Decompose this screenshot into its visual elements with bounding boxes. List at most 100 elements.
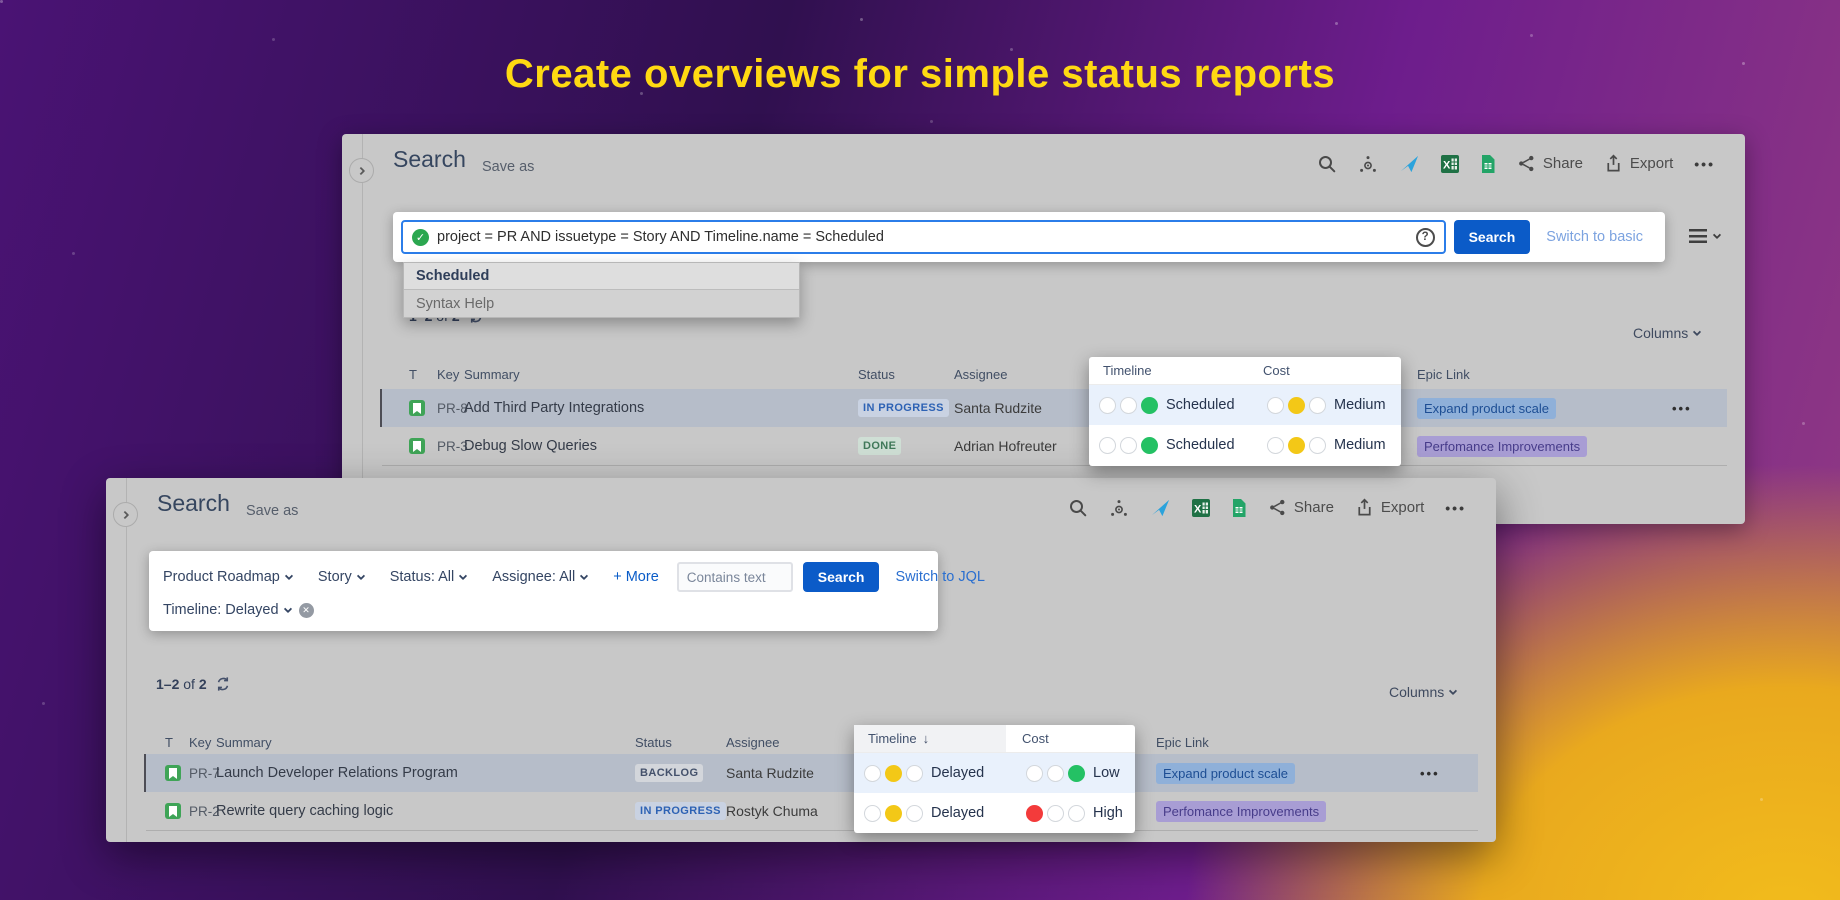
save-as-button[interactable]: Save as: [246, 503, 298, 519]
refresh-icon[interactable]: [215, 676, 231, 692]
toolbar: X Share Export •••: [1317, 153, 1715, 174]
issuetype-filter[interactable]: Story: [318, 569, 364, 585]
autocomplete-option-scheduled[interactable]: Scheduled: [404, 263, 799, 290]
chevron-right-icon: [120, 510, 128, 518]
excel-icon[interactable]: X: [1192, 499, 1210, 517]
jql-query-text: project = PR AND issuetype = Story AND T…: [437, 229, 884, 245]
switch-to-basic-link[interactable]: Switch to basic: [1546, 229, 1643, 245]
structure-icon[interactable]: [1358, 154, 1378, 174]
story-type-icon: [165, 765, 181, 781]
more-actions-button[interactable]: •••: [1694, 156, 1715, 172]
list-view-icon: [1689, 229, 1707, 243]
timeline-column-header[interactable]: Timeline↓: [868, 731, 929, 746]
remove-filter-icon[interactable]: ✕: [299, 603, 314, 618]
epic-link-badge[interactable]: Perfomance Improvements: [1156, 801, 1326, 822]
columns-button[interactable]: Columns: [1389, 684, 1456, 700]
share-button[interactable]: Share: [1268, 498, 1334, 517]
chevron-down-icon: [459, 571, 467, 579]
chevron-down-icon: [580, 571, 588, 579]
switch-to-jql-link[interactable]: Switch to JQL: [895, 569, 984, 585]
timeline-traffic-lights: [864, 805, 923, 822]
jql-autocomplete-dropdown: Scheduled Syntax Help: [403, 262, 800, 318]
syntax-help-option[interactable]: Syntax Help: [404, 290, 799, 317]
basic-filter-bar: Product Roadmap Story Status: All Assign…: [149, 551, 938, 631]
story-type-icon: [409, 400, 425, 416]
expand-sidebar-button[interactable]: [113, 502, 138, 527]
jql-search-bar: ✓ project = PR AND issuetype = Story AND…: [393, 212, 1665, 262]
row-more-button[interactable]: •••: [1420, 754, 1440, 792]
share-icon: [1268, 498, 1287, 517]
search-button[interactable]: Search: [1454, 220, 1531, 254]
sort-desc-icon: ↓: [923, 731, 930, 746]
jql-search-window: Search Save as X Share Export ••• ✓ proj…: [342, 134, 1745, 524]
send-arrow-icon[interactable]: [1399, 153, 1420, 174]
timeline-cost-panel: Timeline↓ Cost Delayed Low Delayed High: [854, 725, 1135, 833]
svg-text:X: X: [1443, 159, 1451, 171]
more-actions-button[interactable]: •••: [1445, 500, 1466, 516]
grading-row: Delayed High: [854, 793, 1135, 833]
help-icon[interactable]: ?: [1416, 228, 1435, 247]
status-filter[interactable]: Status: All: [390, 569, 466, 585]
save-as-button[interactable]: Save as: [482, 159, 534, 175]
grading-row: Scheduled Medium: [1089, 385, 1401, 425]
search-icon[interactable]: [1317, 154, 1337, 174]
send-arrow-icon[interactable]: [1150, 497, 1171, 518]
table-row[interactable]: PR-8 Add Third Party Integrations IN PRO…: [380, 389, 1727, 427]
chevron-down-icon: [1713, 230, 1721, 238]
page-title: Search: [157, 490, 230, 517]
export-button[interactable]: Export: [1604, 154, 1673, 173]
grading-row: Delayed Low: [854, 753, 1135, 793]
hero-title: Create overviews for simple status repor…: [0, 52, 1840, 97]
share-icon: [1517, 154, 1536, 173]
table-row[interactable]: PR-2 Rewrite query caching logic IN PROG…: [146, 792, 1478, 831]
story-type-icon: [165, 803, 181, 819]
cost-column-header[interactable]: Cost: [1263, 363, 1290, 378]
project-filter[interactable]: Product Roadmap: [163, 569, 292, 585]
excel-icon[interactable]: X: [1441, 155, 1459, 173]
search-icon[interactable]: [1068, 498, 1088, 518]
timeline-column-header[interactable]: Timeline: [1103, 363, 1152, 378]
timeline-traffic-lights: [864, 765, 923, 782]
timeline-traffic-lights: [1099, 397, 1158, 414]
page-title: Search: [393, 146, 466, 173]
export-button[interactable]: Export: [1355, 498, 1424, 517]
chevron-down-icon: [356, 571, 364, 579]
contains-text-input[interactable]: [677, 562, 793, 592]
status-badge: BACKLOG: [635, 764, 703, 782]
search-button[interactable]: Search: [803, 562, 880, 592]
columns-button[interactable]: Columns: [1633, 325, 1700, 341]
sheets-icon[interactable]: [1480, 155, 1496, 173]
result-count: 1–2 of 2: [156, 676, 231, 692]
epic-link-badge[interactable]: Perfomance Improvements: [1417, 436, 1587, 457]
chevron-down-icon: [283, 604, 291, 612]
row-more-button[interactable]: •••: [1672, 389, 1692, 427]
cost-column-header[interactable]: Cost: [1022, 731, 1049, 746]
epic-link-badge[interactable]: Expand product scale: [1417, 398, 1556, 419]
expand-sidebar-button[interactable]: [349, 158, 374, 183]
toolbar: X Share Export •••: [1068, 497, 1466, 518]
timeline-traffic-lights: [1099, 437, 1158, 454]
chevron-down-icon: [285, 571, 293, 579]
more-filters-button[interactable]: + More: [613, 569, 659, 585]
timeline-cost-panel: Timeline Cost Scheduled Medium Scheduled…: [1089, 357, 1401, 466]
status-badge: DONE: [858, 437, 901, 455]
timeline-filter-chip[interactable]: Timeline: Delayed: [163, 602, 291, 618]
export-icon: [1355, 498, 1374, 517]
jql-input[interactable]: ✓ project = PR AND issuetype = Story AND…: [401, 220, 1446, 254]
table-header: T Key Summary Status Assignee Epic Link: [146, 730, 1478, 755]
epic-link-badge[interactable]: Expand product scale: [1156, 763, 1295, 784]
status-badge: IN PROGRESS: [858, 399, 949, 417]
background-stars: [0, 0, 3, 3]
cost-traffic-lights: [1026, 765, 1085, 782]
assignee-filter[interactable]: Assignee: All: [492, 569, 587, 585]
cost-traffic-lights: [1026, 805, 1085, 822]
share-button[interactable]: Share: [1517, 154, 1583, 173]
view-options-button[interactable]: [1689, 229, 1720, 243]
basic-search-window: Search Save as X Share Export ••• Produc…: [106, 478, 1496, 842]
table-row[interactable]: PR-7 Launch Developer Relations Program …: [144, 754, 1478, 792]
sheets-icon[interactable]: [1231, 499, 1247, 517]
table-row[interactable]: PR-3 Debug Slow Queries DONE Adrian Hofr…: [382, 427, 1727, 466]
cost-traffic-lights: [1267, 397, 1326, 414]
story-type-icon: [409, 438, 425, 454]
structure-icon[interactable]: [1109, 498, 1129, 518]
